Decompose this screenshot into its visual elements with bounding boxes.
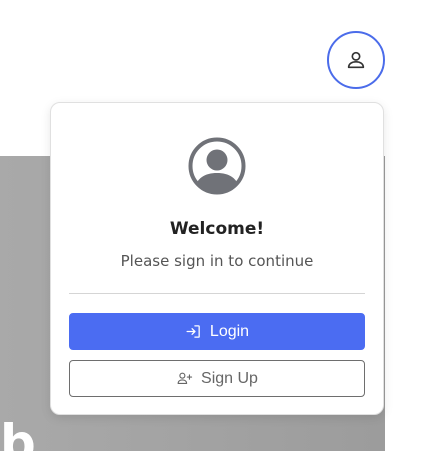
- login-icon: [185, 323, 202, 340]
- auth-popover: Welcome! Please sign in to continue Logi…: [50, 102, 384, 415]
- signup-button[interactable]: Sign Up: [69, 360, 365, 397]
- signup-button-label: Sign Up: [201, 369, 258, 387]
- login-button[interactable]: Login: [69, 313, 365, 350]
- welcome-subtitle: Please sign in to continue: [120, 252, 314, 270]
- page: b Welcome! Please sign in to continue Lo…: [0, 0, 436, 451]
- user-circle-icon: [188, 137, 246, 195]
- user-outline-icon: [345, 49, 367, 71]
- user-plus-icon: [176, 370, 193, 387]
- welcome-title: Welcome!: [169, 219, 265, 239]
- account-button[interactable]: [327, 31, 385, 89]
- login-button-label: Login: [209, 322, 250, 340]
- hero-heading-fragment: b: [0, 414, 36, 451]
- divider: [69, 293, 365, 294]
